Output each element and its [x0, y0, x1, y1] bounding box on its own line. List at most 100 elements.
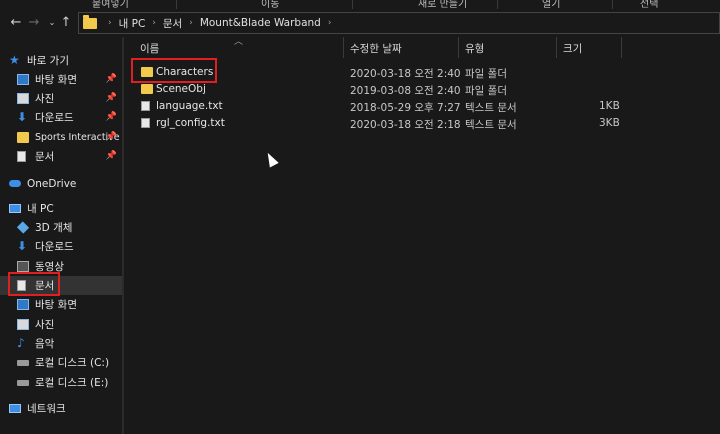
forward-arrow-icon[interactable]: → — [26, 14, 42, 32]
column-modified[interactable]: 수정한 날짜 — [350, 41, 402, 56]
drive-icon — [17, 379, 29, 386]
ribbon-move[interactable]: 이동 — [261, 0, 279, 9]
drive-icon — [17, 359, 29, 366]
pin-icon[interactable]: 📌 — [106, 74, 117, 84]
pin-icon[interactable]: 📌 — [106, 112, 117, 122]
table-row[interactable]: rgl_config.txt 2020-03-18 오전 2:18 텍스트 문서… — [138, 115, 648, 132]
ribbon-new[interactable]: 새로 만들기 — [418, 0, 467, 9]
sidebar-item-label: 네트워크 — [27, 403, 66, 415]
breadcrumb-documents[interactable]: 문서 — [163, 16, 182, 31]
table-row[interactable]: language.txt 2018-05-29 오후 7:27 텍스트 문서 1… — [138, 98, 648, 115]
3d-objects-icon — [16, 221, 30, 234]
highlight-box — [131, 58, 217, 83]
sidebar-item-drive-e[interactable]: 로컬 디스크 (E:) — [0, 373, 122, 392]
sidebar-item-label: 로컬 디스크 (C:) — [35, 357, 110, 369]
sidebar-item-music[interactable]: ♪ 음악 — [0, 334, 122, 353]
sidebar-item-label: 사진 — [35, 319, 55, 331]
text-file-icon — [141, 101, 150, 111]
sidebar-item-downloads[interactable]: ⬇ 다운로드 📌 — [0, 108, 122, 127]
address-bar[interactable]: › 내 PC › 문서 › Mount&Blade Warband › — [78, 12, 720, 34]
sidebar-item-label: 다운로드 — [35, 241, 74, 253]
sidebar-item-network[interactable]: 네트워크 — [0, 399, 122, 418]
network-icon — [9, 404, 21, 413]
text-file-icon — [141, 118, 150, 128]
pin-icon[interactable]: 📌 — [106, 132, 117, 142]
document-icon — [17, 151, 26, 162]
navigation-bar: ← → ⌄ ↑ › 내 PC › 문서 › Mount&Blade Warban… — [0, 9, 720, 37]
column-name[interactable]: 이름 — [140, 41, 159, 56]
sidebar-item-3d-objects[interactable]: 3D 개체 — [0, 218, 122, 237]
sidebar-item-this-pc[interactable]: 내 PC — [0, 199, 122, 218]
sidebar-item-pictures[interactable]: 사진 📌 — [0, 89, 122, 108]
file-size: 1KB — [599, 100, 620, 112]
sidebar-item-desktop[interactable]: 바탕 화면 📌 — [0, 70, 122, 89]
sidebar-item-desktop[interactable]: 바탕 화면 — [0, 295, 122, 314]
sort-up-icon: ︿ — [234, 37, 244, 47]
folder-icon — [17, 132, 29, 143]
folder-icon — [83, 14, 97, 29]
sidebar-item-label: 바탕 화면 — [35, 74, 77, 86]
pictures-icon — [17, 319, 29, 330]
download-icon: ⬇ — [17, 239, 28, 253]
file-modified: 2020-03-18 오전 2:18 — [350, 119, 461, 131]
breadcrumb-this-pc[interactable]: 내 PC — [119, 16, 146, 31]
navigation-pane: ★ 바로 가기 바탕 화면 📌 사진 📌 ⬇ 다운로드 📌 Sports Int… — [0, 37, 124, 434]
music-icon: ♪ — [17, 336, 25, 350]
column-type[interactable]: 유형 — [465, 41, 484, 56]
file-name: rgl_config.txt — [156, 117, 225, 129]
back-arrow-icon[interactable]: ← — [8, 14, 24, 32]
sidebar-item-sports-interactive[interactable]: Sports Interactive 📌 — [0, 128, 122, 147]
breadcrumb: › 내 PC › 문서 › Mount&Blade Warband › — [101, 16, 338, 31]
chevron-right-icon[interactable]: › — [328, 18, 332, 28]
chevron-right-icon[interactable]: › — [108, 18, 112, 28]
sidebar-item-label: 문서 — [35, 151, 55, 163]
file-type: 파일 폴더 — [465, 85, 507, 97]
computer-icon — [9, 204, 21, 213]
sidebar-item-label: 바탕 화면 — [35, 299, 77, 311]
star-icon: ★ — [9, 53, 20, 67]
pin-icon[interactable]: 📌 — [106, 151, 117, 161]
file-type: 파일 폴더 — [465, 68, 507, 80]
pin-icon[interactable]: 📌 — [106, 93, 117, 103]
ribbon-paste[interactable]: 붙여넣기 — [92, 0, 129, 9]
file-size: 3KB — [599, 117, 620, 129]
sidebar-item-pictures[interactable]: 사진 — [0, 315, 122, 334]
chevron-right-icon[interactable]: › — [189, 18, 193, 28]
sidebar-item-label: OneDrive — [27, 177, 77, 190]
file-modified: 2018-05-29 오후 7:27 — [350, 102, 461, 114]
sidebar-item-label: 내 PC — [27, 203, 54, 215]
file-modified: 2019-03-08 오전 2:40 — [350, 85, 461, 97]
sidebar-item-documents[interactable]: 문서 📌 — [0, 147, 122, 166]
file-type: 텍스트 문서 — [465, 119, 517, 131]
videos-icon — [17, 261, 29, 272]
sidebar-item-label: 바로 가기 — [27, 55, 69, 67]
up-arrow-icon[interactable]: ↑ — [58, 14, 74, 32]
ribbon-select[interactable]: 선택 — [640, 0, 658, 9]
sidebar-item-downloads[interactable]: ⬇ 다운로드 — [0, 237, 122, 256]
file-type: 텍스트 문서 — [465, 102, 517, 114]
highlight-box — [8, 272, 60, 296]
pictures-icon — [17, 93, 29, 104]
desktop-icon — [17, 299, 29, 310]
ribbon-open[interactable]: 열기 — [542, 0, 560, 9]
file-list: ︿ 이름 수정한 날짜 유형 크기 Characters 2020-03-18 … — [124, 37, 720, 434]
sidebar-quick-access[interactable]: ★ 바로 가기 — [0, 51, 122, 70]
table-row[interactable]: SceneObj 2019-03-08 오전 2:40 파일 폴더 — [138, 81, 648, 98]
sidebar-item-label: 음악 — [35, 338, 55, 350]
column-header: ︿ 이름 수정한 날짜 유형 크기 — [124, 37, 720, 58]
chevron-right-icon[interactable]: › — [152, 18, 156, 28]
file-modified: 2020-03-18 오전 2:40 — [350, 68, 461, 80]
column-size[interactable]: 크기 — [563, 41, 582, 56]
cloud-icon — [9, 180, 21, 187]
desktop-icon — [17, 74, 29, 85]
sidebar-item-label: 로컬 디스크 (E:) — [35, 377, 109, 389]
download-icon: ⬇ — [17, 110, 28, 124]
folder-icon — [141, 84, 153, 94]
sidebar-item-drive-c[interactable]: 로컬 디스크 (C:) — [0, 353, 122, 372]
sidebar-item-label: 다운로드 — [35, 112, 74, 124]
sidebar-item-onedrive[interactable]: OneDrive — [0, 174, 122, 193]
file-name: SceneObj — [156, 83, 206, 95]
breadcrumb-mount-blade[interactable]: Mount&Blade Warband — [200, 17, 321, 29]
sidebar-item-label: 사진 — [35, 93, 55, 105]
ribbon: 붙여넣기 이동 새로 만들기 열기 선택 — [0, 0, 720, 9]
